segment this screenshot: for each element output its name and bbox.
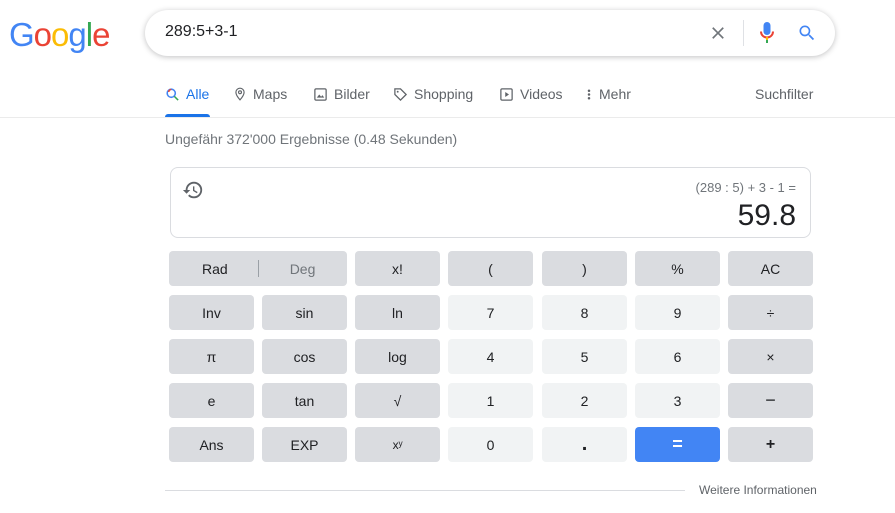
logo-letter: G: [9, 16, 35, 53]
euler-key[interactable]: e: [169, 383, 254, 418]
tab-all[interactable]: Alle: [165, 86, 209, 102]
exp-key[interactable]: EXP: [262, 427, 347, 462]
deg-label: Deg: [289, 260, 316, 277]
result-stats: Ungefähr 372'000 Ergebnisse (0.48 Sekund…: [165, 131, 458, 147]
map-pin-icon: [235, 87, 245, 101]
more-vert-icon: [587, 89, 591, 99]
logo-letter: g: [68, 16, 86, 53]
search-divider: [743, 20, 744, 46]
pi-key[interactable]: π: [169, 339, 254, 374]
play-icon: [500, 87, 513, 101]
minus-key[interactable]: −: [728, 383, 813, 418]
answer-key[interactable]: Ans: [169, 427, 254, 462]
cos-key[interactable]: cos: [262, 339, 347, 374]
tab-label: Mehr: [599, 86, 631, 102]
divide-key[interactable]: ÷: [728, 295, 813, 330]
logo-letter: e: [92, 16, 110, 53]
footer-divider: [165, 490, 685, 491]
digit-8-key[interactable]: 8: [542, 295, 627, 330]
decimal-point-key[interactable]: .: [542, 427, 627, 462]
right-paren-key[interactable]: ): [542, 251, 627, 286]
equals-key[interactable]: =: [635, 427, 720, 462]
calculator-expression: (289 : 5) + 3 - 1 =: [695, 180, 796, 195]
digit-9-key[interactable]: 9: [635, 295, 720, 330]
search-icon: [166, 87, 179, 101]
tag-icon: [394, 87, 408, 101]
digit-1-key[interactable]: 1: [448, 383, 533, 418]
mic-icon[interactable]: [759, 21, 775, 45]
tab-shopping[interactable]: Shopping: [393, 86, 473, 102]
image-icon: [314, 87, 327, 101]
digit-3-key[interactable]: 3: [635, 383, 720, 418]
header-divider: [0, 117, 895, 118]
logo-letter: o: [51, 16, 69, 53]
close-icon[interactable]: [708, 23, 728, 43]
tab-label: Shopping: [414, 86, 474, 102]
search-filter-button[interactable]: Suchfilter: [755, 86, 813, 102]
digit-5-key[interactable]: 5: [542, 339, 627, 374]
left-paren-key[interactable]: (: [448, 251, 533, 286]
digit-0-key[interactable]: 0: [448, 427, 533, 462]
log-key[interactable]: log: [355, 339, 440, 374]
search-box[interactable]: 289:5+3-1: [145, 10, 835, 56]
power-key[interactable]: xʸ: [355, 427, 440, 462]
digit-7-key[interactable]: 7: [448, 295, 533, 330]
tab-maps[interactable]: Maps: [233, 86, 287, 102]
digit-2-key[interactable]: 2: [542, 383, 627, 418]
sqrt-key[interactable]: √: [355, 383, 440, 418]
tab-label: Alle: [186, 86, 210, 102]
tab-label: Maps: [253, 86, 288, 102]
multiply-key[interactable]: ×: [728, 339, 813, 374]
search-input[interactable]: 289:5+3-1: [165, 23, 238, 41]
rad-deg-divider: [258, 260, 259, 277]
tab-more[interactable]: Mehr: [585, 86, 631, 102]
factorial-key[interactable]: x!: [355, 251, 440, 286]
all-clear-key[interactable]: AC: [728, 251, 813, 286]
inverse-key[interactable]: Inv: [169, 295, 254, 330]
sin-key[interactable]: sin: [262, 295, 347, 330]
rad-label: Rad: [202, 260, 228, 277]
digit-4-key[interactable]: 4: [448, 339, 533, 374]
ln-key[interactable]: ln: [355, 295, 440, 330]
plus-key[interactable]: +: [728, 427, 813, 462]
digit-6-key[interactable]: 6: [635, 339, 720, 374]
calculator-display: (289 : 5) + 3 - 1 = 59.8: [170, 167, 811, 238]
percent-key[interactable]: %: [635, 251, 720, 286]
history-icon[interactable]: [182, 179, 204, 201]
more-info-link[interactable]: Weitere Informationen: [699, 483, 817, 497]
calculator-result: 59.8: [737, 199, 796, 232]
google-logo[interactable]: Google: [9, 16, 110, 54]
tan-key[interactable]: tan: [262, 383, 347, 418]
tab-label: Videos: [520, 86, 563, 102]
tab-images[interactable]: Bilder: [313, 86, 370, 102]
logo-letter: o: [33, 16, 52, 53]
tab-label: Bilder: [334, 86, 370, 102]
search-icon[interactable]: [797, 23, 817, 43]
tab-videos[interactable]: Videos: [499, 86, 563, 102]
